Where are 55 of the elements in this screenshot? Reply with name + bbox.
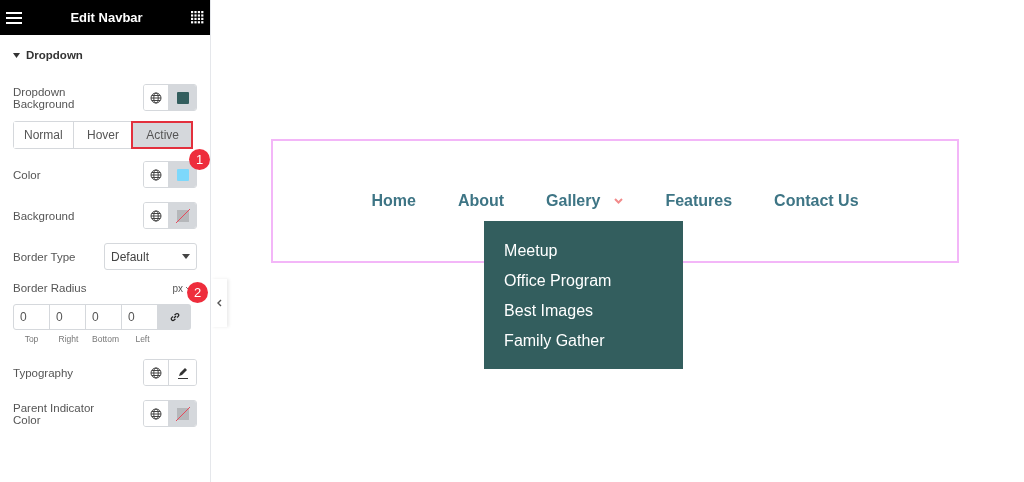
step-badge: 2	[187, 282, 208, 304]
caret-down-icon	[182, 254, 190, 260]
nav-link[interactable]: Contact Us	[774, 189, 859, 213]
menu-icon[interactable]	[6, 11, 22, 24]
dimension-input[interactable]: 0	[85, 303, 122, 330]
global-button[interactable]	[144, 401, 170, 427]
no-color-icon	[175, 208, 190, 223]
nav-link[interactable]: Home	[371, 189, 416, 213]
nav-link[interactable]: Features	[665, 189, 733, 213]
dimension-input[interactable]: 0	[121, 303, 158, 330]
chevron-left-icon	[216, 299, 222, 307]
field-label: Dropdown Background	[13, 85, 76, 110]
dropdown-item[interactable]: Office Program	[504, 269, 684, 292]
nav-link[interactable]: Gallery	[546, 189, 601, 213]
globe-icon	[150, 168, 163, 181]
dropdown-item[interactable]: Meetup	[504, 239, 684, 262]
global-button[interactable]	[144, 85, 170, 111]
side-label: Right	[57, 332, 80, 346]
globe-icon	[150, 366, 163, 379]
link-icon	[169, 311, 180, 322]
field-label: Color	[13, 168, 42, 181]
dropdown-item[interactable]: Best Images	[504, 299, 684, 322]
pencil-icon	[176, 366, 189, 379]
field-label: Typography	[13, 366, 75, 379]
field-label: Parent Indicator Color	[13, 401, 96, 426]
globe-icon	[150, 209, 163, 222]
nav-link[interactable]: About	[457, 189, 505, 213]
color-picker-button[interactable]	[169, 203, 196, 229]
apps-grid-icon[interactable]	[191, 11, 204, 24]
global-button[interactable]	[144, 360, 170, 386]
link-values-button[interactable]	[158, 303, 191, 330]
side-label: Bottom	[91, 332, 120, 346]
side-label: Left	[134, 332, 151, 346]
field-label: Border Radius	[13, 281, 87, 297]
field-label: Background	[13, 209, 76, 222]
color-picker-button[interactable]	[169, 162, 196, 188]
step-badge: 1	[189, 149, 210, 171]
border-type-select[interactable]: Default	[104, 243, 197, 271]
side-label: Top	[23, 332, 40, 346]
panel-title: Edit Navbar	[70, 8, 143, 27]
color-picker-button[interactable]	[169, 401, 196, 427]
dimension-input[interactable]: 0	[49, 303, 86, 330]
globe-icon	[150, 407, 163, 420]
no-color-icon	[175, 406, 190, 421]
color-picker-button[interactable]	[169, 85, 196, 111]
caret-down-icon	[13, 53, 20, 59]
dropdown-item[interactable]: Family Gather	[504, 329, 684, 352]
state-tab[interactable]: Active	[132, 122, 192, 149]
select-value: Default	[111, 248, 150, 266]
section-toggle[interactable]: Dropdown	[0, 35, 210, 75]
globe-icon	[150, 91, 163, 104]
dimension-input[interactable]: 0	[13, 303, 50, 330]
global-button[interactable]	[144, 162, 170, 188]
field-label: Border Type	[13, 250, 77, 263]
global-button[interactable]	[144, 203, 170, 229]
